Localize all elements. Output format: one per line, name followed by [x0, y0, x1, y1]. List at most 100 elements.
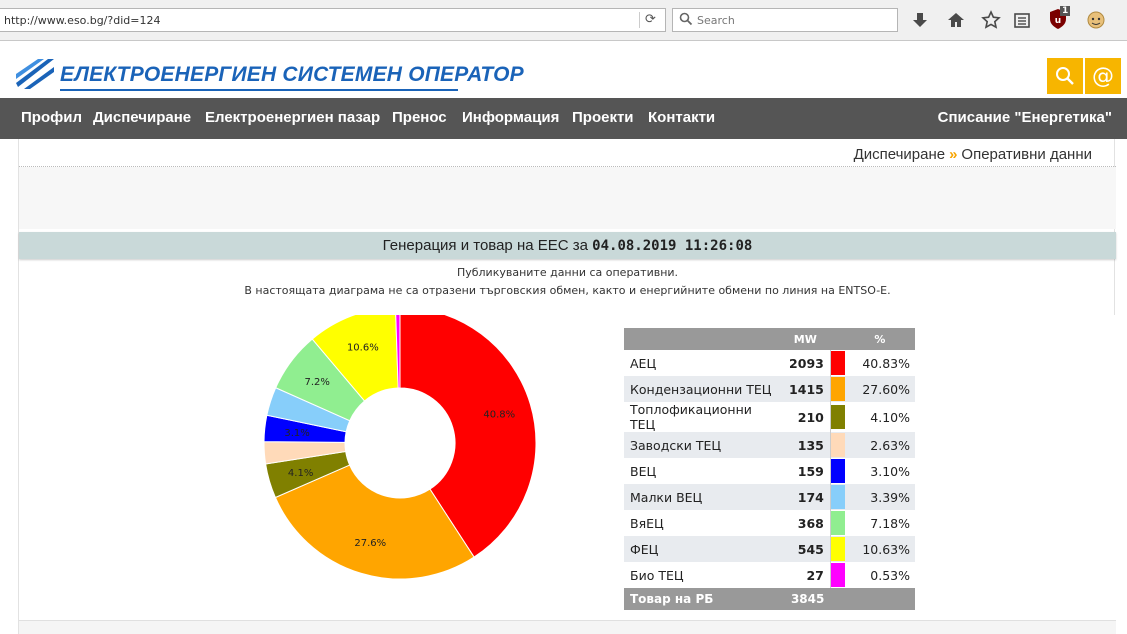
contact-email-button[interactable]: @	[1085, 58, 1121, 94]
nav-item-dispatching[interactable]: Диспечиране	[93, 109, 191, 126]
row-mw: 1415	[780, 376, 831, 402]
table-row: ВЕЦ 159 3.10%	[624, 458, 915, 484]
row-mw: 27	[780, 562, 831, 588]
site-header: ЕЛЕКТРОЕНЕРГИЕН СИСТЕМЕН ОПЕРАТОР @	[0, 41, 1127, 98]
logo-text[interactable]: ЕЛЕКТРОЕНЕРГИЕН СИСТЕМЕН ОПЕРАТОР	[60, 63, 524, 87]
report-timestamp: 04.08.2019 11:26:08	[592, 238, 753, 254]
search-icon	[679, 12, 693, 26]
nav-item-transmission[interactable]: Пренос	[392, 109, 447, 126]
search-placeholder: Search	[697, 14, 735, 27]
color-swatch	[830, 405, 845, 429]
nav-item-contacts[interactable]: Контакти	[648, 109, 715, 126]
row-mw: 210	[780, 402, 831, 432]
table-row: Био ТЕЦ 27 0.53%	[624, 562, 915, 588]
color-swatch	[830, 485, 845, 509]
browser-search-input[interactable]: Search	[672, 8, 898, 32]
breadcrumb-separator: »	[949, 146, 958, 163]
row-label: ФЕЦ	[624, 536, 781, 562]
breadcrumb-current: Оперативни данни	[961, 146, 1092, 163]
row-mw: 545	[780, 536, 831, 562]
nav-item-electricity-market[interactable]: Електроенергиен пазар	[205, 109, 380, 126]
table-row: АЕЦ 2093 40.83%	[624, 350, 915, 376]
row-percent: 2.63%	[844, 432, 915, 458]
ublock-badge: 1	[1060, 6, 1071, 16]
table-row: Топлофикационни ТЕЦ 210 4.10%	[624, 402, 915, 432]
report-note-exchange: В настоящата диаграма не са отразени тър…	[244, 284, 891, 297]
svg-text:u: u	[1055, 16, 1061, 26]
color-swatch	[830, 377, 845, 401]
row-mw: 2093	[780, 350, 831, 376]
row-label: АЕЦ	[630, 355, 657, 371]
row-percent: 0.53%	[870, 567, 910, 583]
pie-slice-label: 7.2%	[305, 377, 330, 388]
ublock-button[interactable]: u 1	[1048, 6, 1074, 32]
svg-text:@: @	[1092, 64, 1114, 89]
color-swatch	[830, 537, 845, 561]
color-swatch	[830, 433, 845, 457]
row-label: ВяЕЦ	[630, 515, 664, 531]
header-mw: MW	[780, 328, 831, 350]
nav-item-energetika-magazine[interactable]: Списание "Енергетика"	[938, 109, 1112, 126]
bookmark-star-icon[interactable]	[981, 10, 1001, 30]
pie-slice-label: 27.6%	[354, 538, 386, 549]
content-panel: Диспечиране» Оперативни данни Генерация и…	[18, 139, 1116, 634]
nav-item-profile[interactable]: Профил	[21, 109, 82, 126]
table-row: Заводски ТЕЦ 135 2.63%	[624, 432, 915, 458]
row-label: ВЕЦ	[630, 463, 657, 479]
pie-slice-label: 4.1%	[288, 468, 313, 479]
color-swatch	[830, 459, 845, 483]
row-percent: 40.83%	[862, 355, 910, 371]
nav-item-projects[interactable]: Проекти	[572, 109, 634, 126]
chart-area: 40.8% 27.6% 4.1% 3.1% 7.2% 10.6%	[19, 315, 1116, 620]
row-color-swatch	[830, 376, 845, 402]
table-row: ФЕЦ 545 10.63%	[624, 536, 915, 562]
row-mw: 174	[780, 484, 831, 510]
site-search-button[interactable]	[1047, 58, 1083, 94]
reload-icon[interactable]: ⟳	[639, 12, 661, 28]
breadcrumb-link-dispatching[interactable]: Диспечиране	[854, 146, 946, 163]
header-percent: %	[844, 328, 915, 350]
generation-table: MW % АЕЦ 2093 40.83% Кондензационни ТЕЦ 1415…	[624, 328, 915, 610]
row-color-swatch	[830, 350, 845, 376]
generation-pie-chart: 40.8% 27.6% 4.1% 3.1% 7.2% 10.6%	[263, 315, 537, 580]
row-color-swatch	[830, 484, 845, 510]
row-mw: 159	[780, 458, 831, 484]
header-swatch	[830, 328, 845, 350]
eso-logo-icon[interactable]	[14, 57, 56, 91]
row-percent: 4.10%	[870, 409, 910, 425]
table-row: Малки ВЕЦ 174 3.39%	[624, 484, 915, 510]
footer-band	[19, 620, 1116, 634]
table-row: ВяЕЦ 368 7.18%	[624, 510, 915, 536]
download-icon[interactable]	[910, 10, 930, 30]
url-text: http://www.eso.bg/?did=124	[4, 14, 161, 27]
pie-slice-label: 3.1%	[284, 428, 309, 439]
row-percent: 10.63%	[844, 536, 915, 562]
search-icon	[1056, 67, 1074, 85]
table-body: АЕЦ 2093 40.83% Кондензационни ТЕЦ 1415 27.60…	[624, 350, 915, 588]
color-swatch	[830, 351, 845, 375]
row-label: Кондензационни ТЕЦ	[624, 376, 781, 402]
total-pct-empty	[844, 588, 915, 610]
row-label: Малки ВЕЦ	[624, 484, 781, 510]
row-color-swatch	[830, 536, 845, 562]
pie-slice-label: 40.8%	[483, 410, 515, 421]
main-nav: Профил Диспечиране Електроенергиен пазар…	[0, 98, 1127, 139]
row-mw: 368	[780, 510, 831, 536]
pie-slice-label: 10.6%	[347, 342, 379, 353]
url-bar[interactable]: http://www.eso.bg/?did=124 ⟳	[0, 8, 666, 32]
total-label: Товар на РБ	[624, 588, 781, 610]
total-mw: 3845	[780, 588, 831, 610]
reading-list-icon[interactable]	[1012, 10, 1032, 30]
row-color-swatch	[830, 458, 845, 484]
row-label: Топлофикационни ТЕЦ	[630, 402, 752, 432]
nav-item-information[interactable]: Информация	[462, 109, 559, 126]
row-label: Заводски ТЕЦ	[624, 432, 781, 458]
addon-face-icon[interactable]	[1086, 10, 1106, 30]
table-header-row: MW %	[624, 328, 915, 350]
breadcrumb: Диспечиране» Оперативни данни	[854, 146, 1092, 163]
home-icon[interactable]	[946, 10, 966, 30]
table-row: Кондензационни ТЕЦ 1415 27.60%	[624, 376, 915, 402]
row-percent: 27.60%	[844, 376, 915, 402]
row-percent: 3.10%	[870, 463, 910, 479]
row-color-swatch	[830, 402, 845, 432]
